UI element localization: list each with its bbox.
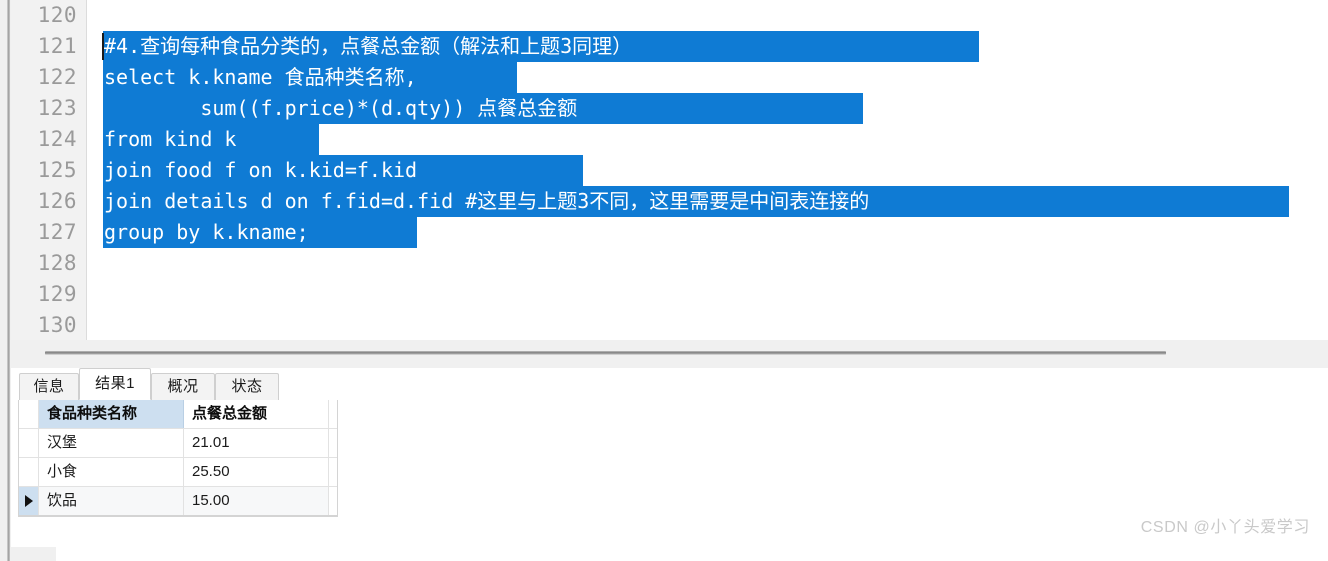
results-tab[interactable]: 状态 (215, 373, 279, 400)
line-number: 129 (37, 282, 77, 306)
grid-cell[interactable]: 15.00 (184, 487, 329, 515)
csdn-watermark: CSDN @小丫头爱学习 (1140, 519, 1310, 536)
result-grid[interactable]: 食品种类名称 点餐总金额 汉堡 21.01 小食 25.50 饮品 15.00 (18, 400, 338, 517)
results-pane: 信息 结果1 概况 状态 食品种类名称 点餐总金额 汉堡 21.01 小食 25.50 饮品 15.… (11, 368, 1328, 561)
results-tab[interactable]: 概况 (151, 373, 215, 400)
row-selector-cell[interactable] (19, 429, 39, 457)
splitter-grip-icon[interactable] (45, 351, 1166, 355)
grid-column-header[interactable]: 食品种类名称 (39, 400, 184, 428)
line-number: 124 (37, 127, 77, 151)
current-row-triangle-icon (25, 495, 33, 507)
line-number: 123 (37, 96, 77, 120)
line-number: 127 (37, 220, 77, 244)
results-tab[interactable]: 结果1 (79, 368, 151, 400)
window-left-border (0, 0, 11, 561)
code-line[interactable]: join food f on k.kid=f.kid (104, 155, 417, 186)
line-number: 130 (37, 313, 77, 337)
line-number-gutter: 120 121 122 123 124 125 126 127 128 129 130 (11, 0, 87, 340)
code-line[interactable]: select k.kname 食品种类名称, (104, 62, 417, 93)
row-selector-cell[interactable] (19, 400, 39, 428)
grid-cell[interactable]: 25.50 (184, 458, 329, 486)
code-line[interactable]: #4.查询每种食品分类的，点餐总金额（解法和上题3同理） (104, 31, 632, 62)
grid-cell[interactable]: 小食 (39, 458, 184, 486)
line-number: 126 (37, 189, 77, 213)
row-selector-cell[interactable] (19, 458, 39, 486)
line-number: 125 (37, 158, 77, 182)
table-row[interactable]: 汉堡 21.01 (19, 429, 337, 458)
window-left-rail (7, 0, 10, 561)
code-text-area[interactable]: #4.查询每种食品分类的，点餐总金额（解法和上题3同理） select k.kna… (88, 0, 1328, 340)
grid-column-header[interactable]: 点餐总金额 (184, 400, 329, 428)
grid-cell[interactable]: 21.01 (184, 429, 329, 457)
text-caret (102, 33, 104, 60)
row-selector-cell[interactable] (19, 487, 39, 515)
code-line[interactable]: from kind k (104, 124, 236, 155)
code-line[interactable]: sum((f.price)*(d.qty)) 点餐总金额 (104, 93, 577, 124)
table-row[interactable]: 饮品 15.00 (19, 487, 337, 516)
code-line[interactable]: group by k.kname; (104, 217, 309, 248)
grid-cell[interactable]: 汉堡 (39, 429, 184, 457)
line-number: 128 (37, 251, 77, 275)
grid-cell[interactable]: 饮品 (39, 487, 184, 515)
sql-editor-pane[interactable]: 120 121 122 123 124 125 126 127 128 129 130 #4.查询每… (11, 0, 1328, 340)
code-line[interactable]: join details d on f.fid=d.fid #这里与上题3不同，… (104, 186, 869, 217)
table-row[interactable]: 小食 25.50 (19, 458, 337, 487)
line-number: 120 (37, 3, 77, 27)
line-number: 122 (37, 65, 77, 89)
bottom-left-strip (11, 547, 56, 561)
results-tab[interactable]: 信息 (19, 373, 79, 400)
results-tabstrip[interactable]: 信息 结果1 概况 状态 (11, 368, 1328, 400)
grid-header-row: 食品种类名称 点餐总金额 (19, 400, 337, 429)
line-number: 121 (37, 34, 77, 58)
horizontal-splitter[interactable] (11, 340, 1328, 368)
